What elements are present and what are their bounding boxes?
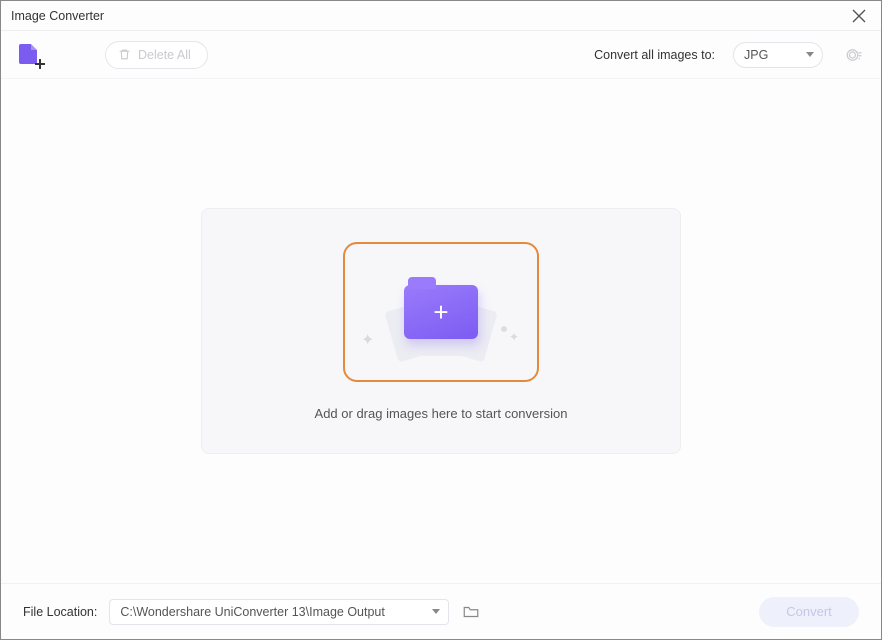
convert-button-label: Convert xyxy=(786,604,832,619)
chevron-down-icon xyxy=(806,52,814,57)
add-file-button[interactable] xyxy=(19,44,41,66)
app-window: Image Converter Delete All Convert all i… xyxy=(0,0,882,640)
convert-button[interactable]: Convert xyxy=(759,597,859,627)
dot-icon xyxy=(501,326,507,332)
folder-add-icon: + xyxy=(404,285,478,339)
file-location-select[interactable]: C:\Wondershare UniConverter 13\Image Out… xyxy=(109,599,449,625)
add-images-box[interactable]: ✦ ✦ + xyxy=(343,242,539,382)
plus-icon: + xyxy=(433,299,448,325)
file-location-label: File Location: xyxy=(23,605,97,619)
delete-all-button[interactable]: Delete All xyxy=(105,41,208,69)
dropzone[interactable]: ✦ ✦ + Add or drag images here to start c… xyxy=(201,208,681,454)
dropzone-hint: Add or drag images here to start convers… xyxy=(315,406,568,421)
close-button[interactable] xyxy=(847,4,871,28)
output-settings-button[interactable] xyxy=(845,46,863,64)
window-title: Image Converter xyxy=(11,9,104,23)
delete-all-label: Delete All xyxy=(138,48,191,62)
footer: File Location: C:\Wondershare UniConvert… xyxy=(1,583,881,639)
chevron-down-icon xyxy=(432,609,440,614)
browse-folder-button[interactable] xyxy=(461,602,481,622)
output-format-value: JPG xyxy=(744,48,768,62)
trash-icon xyxy=(118,48,131,61)
titlebar: Image Converter xyxy=(1,1,881,31)
gear-icon xyxy=(845,46,863,64)
main-area: ✦ ✦ + Add or drag images here to start c… xyxy=(1,79,881,583)
output-format-select[interactable]: JPG xyxy=(733,42,823,68)
toolbar: Delete All Convert all images to: JPG xyxy=(1,31,881,79)
folder-icon xyxy=(462,603,480,621)
plus-icon xyxy=(35,59,45,69)
sparkle-icon: ✦ xyxy=(509,330,519,344)
file-location-path: C:\Wondershare UniConverter 13\Image Out… xyxy=(120,605,384,619)
close-icon xyxy=(852,9,866,23)
sparkle-icon: ✦ xyxy=(361,330,374,350)
convert-to-label: Convert all images to: xyxy=(594,48,715,62)
